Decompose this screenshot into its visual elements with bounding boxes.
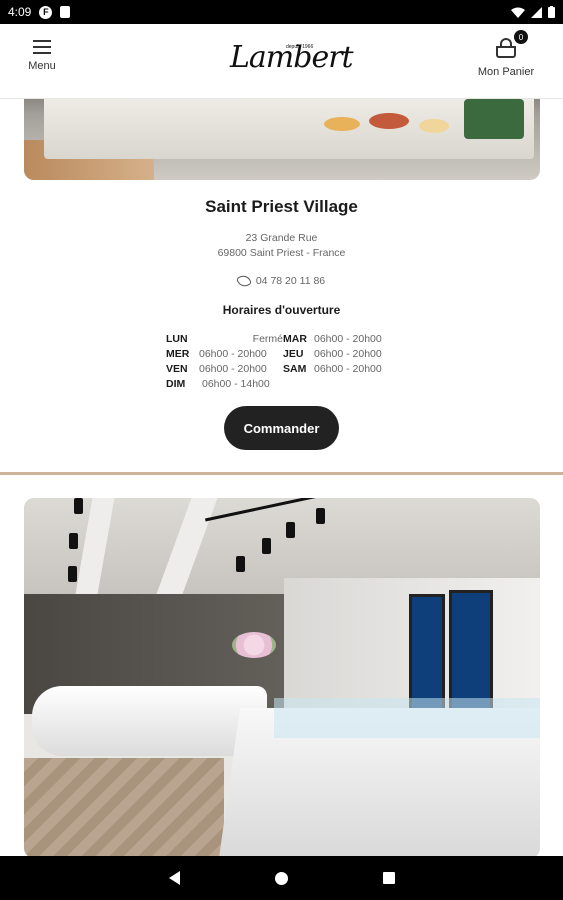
app-header: Menu Lambert depuis 1966 0 Mon Panier — [0, 24, 563, 99]
day-label: MER — [166, 347, 190, 360]
hours-row: VEN 06h00 - 20h00 SAM 06h00 - 20h00 — [166, 361, 406, 376]
day-hours: 06h00 - 20h00 — [199, 347, 267, 360]
home-circle-icon[interactable] — [274, 871, 288, 885]
wifi-icon — [511, 7, 525, 18]
shop-name: Saint Priest Village — [205, 197, 358, 216]
status-bar: 4:09 F — [0, 0, 563, 24]
phone-number: 04 78 20 11 86 — [255, 275, 326, 287]
day-hours: 06h00 - 20h00 — [314, 347, 382, 360]
shop-info: Saint Priest Village 23 Grande Rue 69800… — [0, 197, 563, 317]
status-time: 4:09 — [8, 5, 32, 19]
menu-button[interactable]: Menu — [22, 40, 62, 72]
hours-row: LUN Fermé MAR 06h00 - 20h00 — [166, 331, 406, 346]
day-label: JEU — [283, 347, 304, 360]
hours-title: Horaires d'ouverture — [222, 303, 341, 317]
android-nav-bar — [0, 856, 563, 900]
phone-link[interactable]: 04 78 20 11 86 — [0, 272, 563, 290]
hours-row: DIM 06h00 - 14h00 — [166, 376, 406, 391]
battery-icon — [548, 6, 555, 18]
day-hours: 06h00 - 20h00 — [199, 362, 267, 375]
back-triangle-icon[interactable] — [168, 871, 180, 885]
address-line-2: 69800 Saint Priest - France — [217, 247, 346, 259]
order-button[interactable]: Commander — [224, 406, 339, 450]
logo-since: depuis 1966 — [286, 44, 314, 50]
hours-table: LUN Fermé MAR 06h00 - 20h00 MER 06h00 - … — [166, 331, 406, 391]
day-label: VEN — [166, 362, 188, 375]
day-label: DIM — [166, 377, 186, 390]
menu-label: Menu — [28, 60, 56, 72]
scroll-content[interactable]: Saint Priest Village 23 Grande Rue 69800… — [0, 99, 563, 856]
cell-signal-icon — [531, 6, 542, 18]
address-line-1: 23 Grande Rue — [245, 232, 318, 244]
day-label: SAM — [283, 362, 307, 375]
phone-icon — [235, 272, 253, 290]
day-hours: 06h00 - 20h00 — [314, 362, 382, 375]
day-hours: 06h00 - 20h00 — [314, 332, 382, 345]
app-notification-icon: F — [39, 5, 53, 19]
day-hours: 06h00 - 14h00 — [202, 377, 270, 390]
sd-card-icon — [60, 6, 71, 18]
day-hours: Fermé — [252, 332, 283, 345]
cart-button[interactable]: 0 Mon Panier — [471, 30, 541, 78]
brand-logo[interactable]: Lambert depuis 1966 — [226, 30, 354, 92]
hamburger-icon — [33, 40, 51, 54]
shop-interior-photo — [24, 498, 540, 856]
shop-photo — [24, 99, 540, 180]
recent-square-icon[interactable] — [382, 872, 395, 884]
basket-icon: 0 — [494, 30, 528, 58]
shop-address: 23 Grande Rue 69800 Saint Priest - Franc… — [0, 231, 563, 261]
day-label: LUN — [166, 332, 188, 345]
section-divider — [0, 472, 563, 475]
hours-row: MER 06h00 - 20h00 JEU 06h00 - 20h00 — [166, 346, 406, 361]
day-label: MAR — [283, 332, 307, 345]
cart-count-badge: 0 — [514, 30, 528, 44]
cart-label: Mon Panier — [477, 66, 535, 78]
